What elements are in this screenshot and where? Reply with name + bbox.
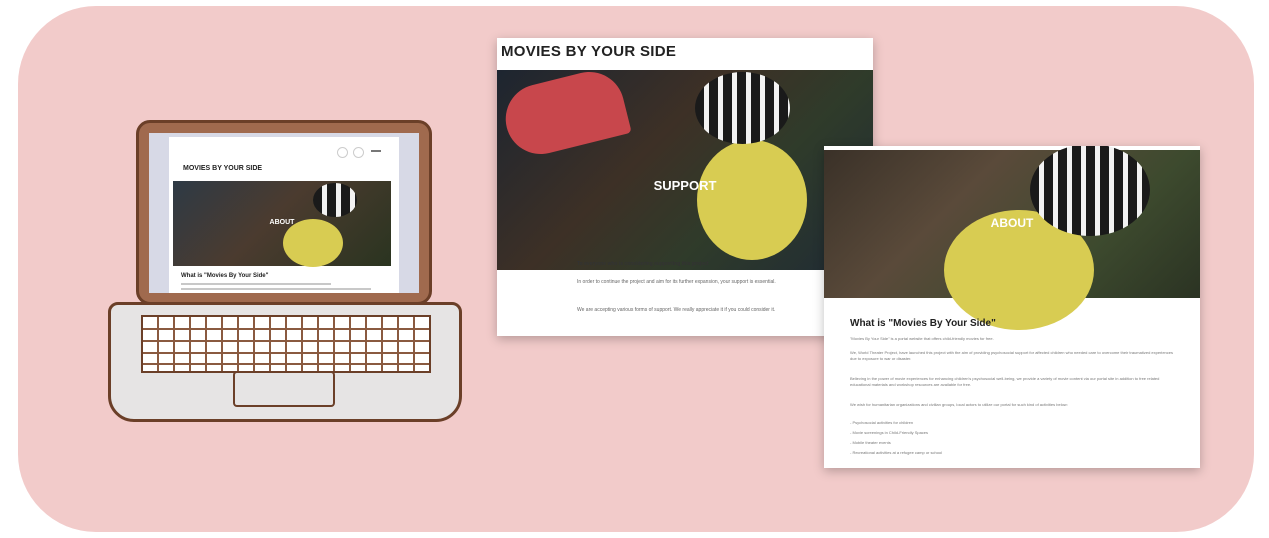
about-paragraph: We wish for humanitarian organizations a… — [850, 402, 1068, 407]
list-item: - Mobile theater events — [850, 440, 891, 445]
support-paragraph: In order to continue the project and aim… — [577, 279, 776, 285]
site-title[interactable]: MOVIES BY YOUR SIDE — [501, 43, 676, 60]
hero-label: ABOUT — [990, 216, 1034, 230]
page-heading: What is "Movies By Your Side" — [850, 318, 996, 329]
menu-icon[interactable] — [371, 150, 381, 152]
hero-image: ABOUT — [824, 146, 1200, 330]
about-paragraph: Believing in the power of movie experien… — [850, 376, 1160, 387]
hero-label: SUPPORT — [653, 178, 717, 193]
list-item: - Movie screenings in Child-Friendly Spa… — [850, 430, 929, 435]
about-paragraph: "Movies By Your Side" is a portal websit… — [850, 336, 994, 341]
hero-image: ABOUT — [173, 181, 391, 267]
search-icon[interactable] — [337, 147, 348, 158]
text-line — [181, 283, 331, 285]
umbrella-character-image — [498, 64, 632, 162]
page-heading: What is "Movies By Your Side" — [181, 273, 269, 279]
laptop-web-page: MOVIES BY YOUR SIDE ABOUT What is "Movie… — [169, 137, 399, 293]
hero-image: SUPPORT — [497, 64, 873, 270]
about-paragraph: We, World Theater Project, have launched… — [850, 350, 1173, 361]
support-page-screenshot: MOVIES BY YOUR SIDE SUPPORT To everyone … — [497, 38, 873, 336]
about-page-screenshot: ABOUT What is "Movies By Your Side" "Mov… — [824, 146, 1200, 468]
support-lead: To everyone who is considering supportin… — [577, 261, 709, 267]
laptop-screen: MOVIES BY YOUR SIDE ABOUT What is "Movie… — [149, 133, 419, 293]
trackpad — [233, 371, 335, 407]
language-icon[interactable] — [353, 147, 364, 158]
support-paragraph: We are accepting various forms of suppor… — [577, 307, 776, 313]
site-title[interactable]: MOVIES BY YOUR SIDE — [183, 165, 262, 172]
character-image — [697, 140, 807, 260]
film-reel-hat-image — [313, 183, 357, 217]
film-reel-hat-image — [695, 72, 790, 144]
list-item: - Recreational activities at a refugee c… — [850, 450, 943, 455]
character-image — [283, 219, 343, 267]
laptop-keyboard-base — [108, 302, 462, 422]
list-item: - Psychosocial activities for children — [850, 420, 914, 425]
text-line — [181, 288, 371, 290]
hero-label: ABOUT — [269, 219, 295, 226]
keyboard — [141, 315, 431, 373]
laptop-illustration: MOVIES BY YOUR SIDE ABOUT What is "Movie… — [136, 120, 432, 305]
